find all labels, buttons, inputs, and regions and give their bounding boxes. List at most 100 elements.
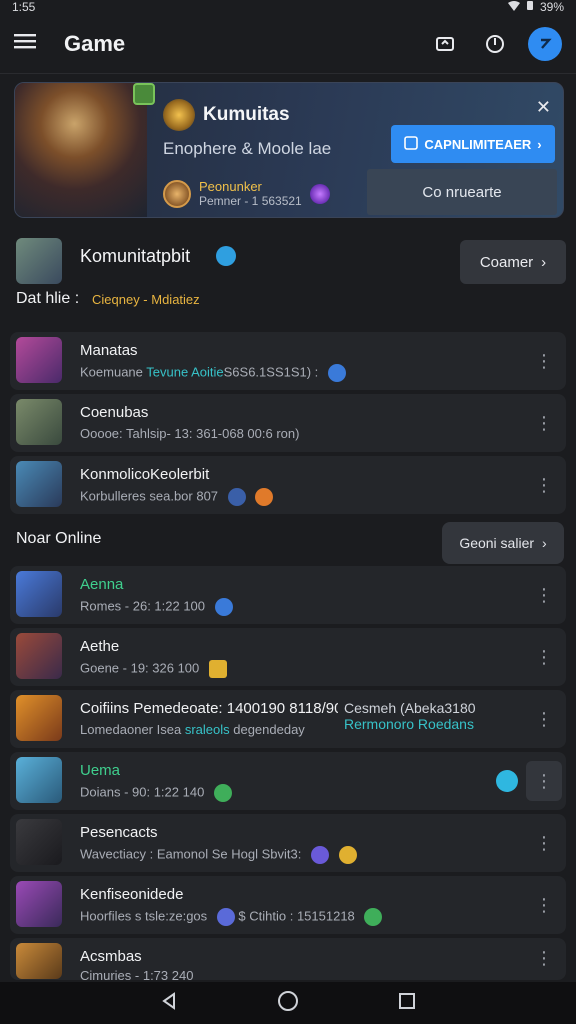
list-item[interactable]: Manatas Koemuane Tevune AoitieS6S6.1SS1S… — [10, 332, 566, 390]
see-all-button[interactable]: Geoni salier › — [442, 522, 564, 564]
status-icon — [310, 846, 329, 864]
hamburger-icon[interactable] — [14, 32, 36, 55]
app-bar: Game — [0, 14, 576, 74]
featured-game-banner[interactable]: Kumuitas Enophere & Moole lae ✕ CAPNLIMI… — [14, 82, 564, 218]
status-bar: 1:55 39% — [0, 0, 576, 14]
avatar — [16, 943, 62, 979]
see-all-label: Geoni salier — [459, 535, 535, 551]
list-item[interactable]: Aethe Goene - 19: 326 100 ⋮ — [10, 628, 566, 686]
launch-icon — [404, 135, 419, 153]
avatar — [16, 337, 62, 383]
list-item[interactable]: Coenubas Ooooe: Tahlsip- 13: 361-068 00:… — [10, 394, 566, 452]
player-name: Coenubas — [80, 404, 149, 421]
status-icon — [208, 660, 227, 678]
battery-level: 39% — [539, 0, 564, 14]
status-icon — [216, 908, 235, 926]
banner-primary-button[interactable]: CAPNLIMITEAER › — [391, 125, 555, 163]
avatar — [16, 399, 62, 445]
chevron-right-icon: › — [537, 136, 542, 152]
player-name: Pesencacts — [80, 824, 158, 841]
home-icon[interactable] — [277, 990, 299, 1017]
community-desc-label: Dat hlie : — [16, 290, 80, 307]
more-vert-icon[interactable]: ⋮ — [526, 403, 562, 443]
player-detail: Korbulleres sea.bor 807 — [80, 488, 274, 506]
status-icon — [338, 846, 357, 864]
follow-button-label: Coamer — [479, 253, 534, 271]
app-title: Game — [64, 30, 126, 56]
banner-game-row: Kumuitas — [163, 99, 290, 131]
recents-icon[interactable] — [397, 991, 417, 1016]
online-badge-icon — [133, 83, 155, 105]
banner-player-meta: Pemner - 1 563521 — [199, 194, 302, 208]
avatar — [16, 757, 62, 803]
banner-player-row: Peonunker Pemner - 1 563521 — [163, 179, 330, 208]
power-icon[interactable] — [478, 27, 512, 61]
more-vert-icon[interactable]: ⋮ — [526, 940, 562, 976]
player-name: Aenna — [80, 576, 124, 593]
battery-icon — [526, 0, 534, 14]
follow-button[interactable]: Coamer › — [460, 240, 566, 284]
avatar — [16, 461, 62, 507]
avatar — [16, 695, 62, 741]
status-icon — [214, 598, 233, 616]
verified-icon — [216, 246, 236, 266]
profile-icon[interactable] — [528, 26, 562, 61]
list-item[interactable]: Uema Doians - 90: 1:22 140 ⋮ — [10, 752, 566, 810]
avatar — [163, 179, 191, 208]
player-detail: Cimuries - 1:73 240 — [80, 968, 194, 980]
community-tags: Cieqney - Mdiatiez — [92, 292, 200, 307]
player-name: Coifiins Pemedeoate: 1400190 8118/90 — [80, 700, 338, 717]
list-item[interactable]: Acsmbas Cimuries - 1:73 240 ⋮ — [10, 938, 566, 980]
player-detail: Ooooe: Tahlsip- 13: 361-068 00:6 ron) — [80, 426, 300, 441]
status-time: 1:55 — [12, 0, 36, 14]
banner-game-name: Kumuitas — [203, 104, 290, 125]
more-vert-icon[interactable]: ⋮ — [526, 637, 562, 677]
game-logo-icon — [163, 99, 195, 131]
player-name: Manatas — [80, 342, 138, 359]
list-item[interactable]: KonmolicoKeolerbit Korbulleres sea.bor 8… — [10, 456, 566, 514]
avatar — [16, 881, 62, 927]
player-detail: Romes - 26: 1:22 100 — [80, 598, 233, 616]
back-icon[interactable] — [159, 991, 179, 1016]
more-vert-icon[interactable]: ⋮ — [526, 699, 562, 739]
avatar — [16, 633, 62, 679]
player-detail: Lomedaoner Isea sraleols degendeday — [80, 722, 305, 737]
more-vert-icon[interactable]: ⋮ — [526, 465, 562, 505]
featured-community: Komunitatpbit Coamer › Dat hlie : Cieqne… — [14, 236, 566, 316]
more-vert-icon[interactable]: ⋮ — [526, 341, 562, 381]
status-icon — [227, 488, 246, 506]
list-item[interactable]: Aenna Romes - 26: 1:22 100 ⋮ — [10, 566, 566, 624]
more-vert-icon[interactable]: ⋮ — [526, 575, 562, 615]
list-item[interactable]: Kenfiseonidede Hoorfiles s tsle:ze:gos $… — [10, 876, 566, 934]
community-name[interactable]: Komunitatpbit — [80, 246, 190, 267]
status-icon — [255, 488, 274, 506]
more-vert-icon[interactable]: ⋮ — [526, 885, 562, 925]
player-status: Cesmeh (Abeka3180 Rermonoro Roedans — [344, 700, 476, 732]
more-vert-icon[interactable]: ⋮ — [526, 823, 562, 863]
chevron-right-icon: › — [542, 535, 547, 551]
more-vert-icon[interactable]: ⋮ — [526, 761, 562, 801]
status-icon — [364, 908, 383, 926]
banner-artwork — [15, 83, 147, 217]
list-item[interactable]: Pesencacts Wavectiacy : Eamonol Se Hogl … — [10, 814, 566, 872]
close-icon[interactable]: ✕ — [536, 97, 551, 118]
status-icon — [327, 364, 346, 382]
system-nav-bar — [0, 982, 576, 1024]
list-item[interactable]: Coifiins Pemedeoate: 1400190 8118/90 Lom… — [10, 690, 566, 748]
screen-rotate-icon[interactable] — [428, 27, 462, 61]
info-icon[interactable] — [496, 770, 518, 792]
player-name: Aethe — [80, 638, 120, 655]
player-detail: Wavectiacy : Eamonol Se Hogl Sbvit3: — [80, 846, 357, 864]
section-title-online: Noar Online — [16, 530, 102, 547]
player-detail: Koemuane Tevune AoitieS6S6.1SS1S1) : — [80, 364, 346, 382]
banner-secondary-button[interactable]: Co nruearte — [367, 169, 557, 215]
player-name: KonmolicoKeolerbit — [80, 466, 210, 483]
rank-badge-icon — [309, 183, 330, 204]
wifi-icon — [507, 0, 520, 14]
banner-subtitle: Enophere & Moole lae — [163, 139, 332, 158]
banner-primary-label: CAPNLIMITEAER — [424, 136, 532, 152]
avatar — [16, 819, 62, 865]
player-name: Acsmbas — [80, 948, 142, 965]
avatar[interactable] — [16, 238, 62, 284]
player-detail: Goene - 19: 326 100 — [80, 660, 227, 678]
